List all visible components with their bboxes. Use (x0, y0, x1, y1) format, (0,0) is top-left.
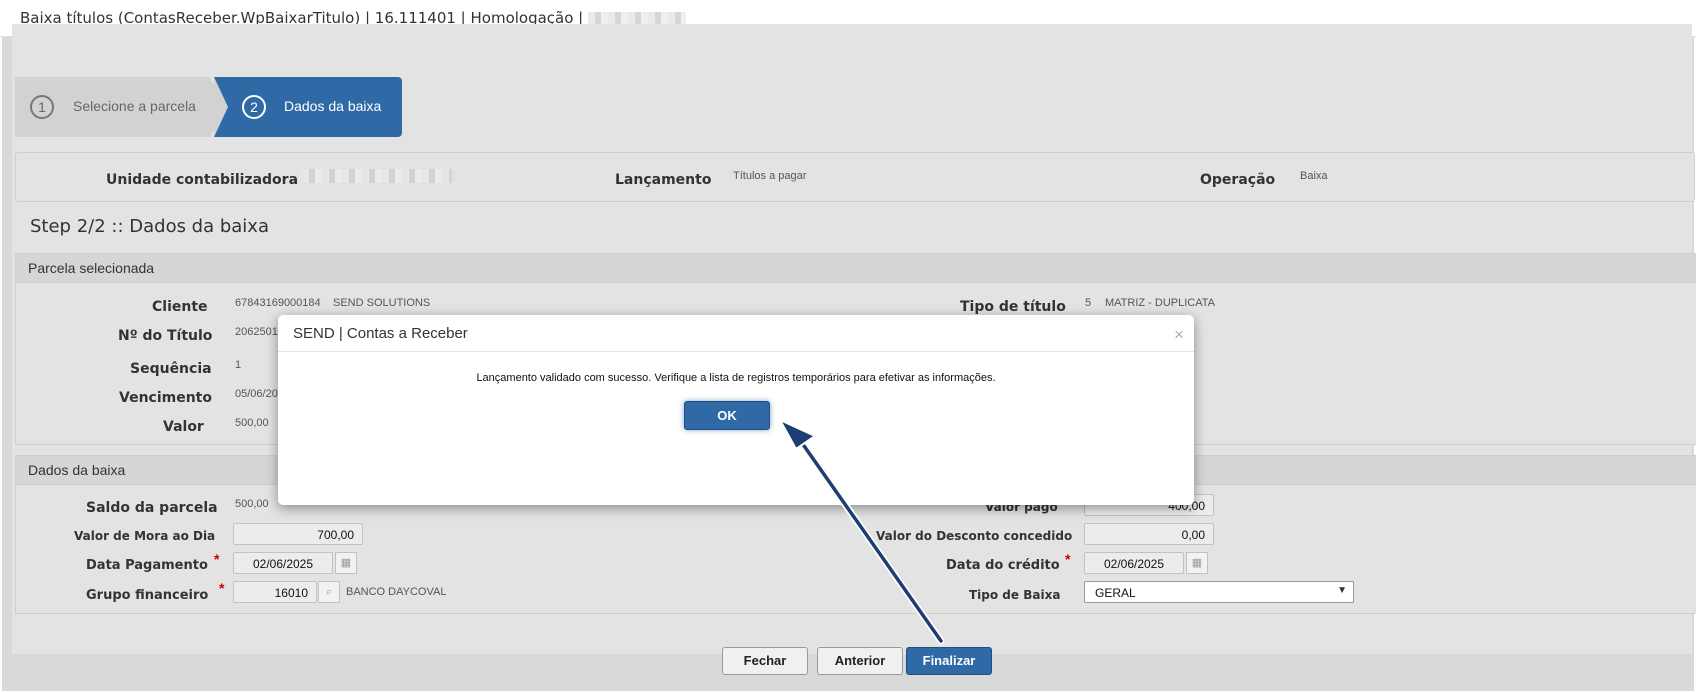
titulo-label: Nº do Título (118, 328, 213, 344)
cliente-name: SEND SOLUTIONS (333, 297, 431, 309)
unidade-label: Unidade contabilizadora (106, 172, 299, 188)
desconto-input[interactable]: 0,00 (1084, 523, 1214, 545)
required-marker: * (1065, 551, 1071, 567)
step-number-2: 2 (242, 95, 266, 119)
grupo-input[interactable]: 16010 (233, 581, 317, 603)
finalizar-button[interactable]: Finalizar (906, 647, 992, 675)
cliente-label: Cliente (152, 299, 208, 315)
calendar-icon[interactable]: ▦ (335, 552, 357, 574)
ok-button[interactable]: OK (684, 401, 770, 430)
tipo-baixa-value: GERAL (1095, 586, 1136, 600)
operacao-label: Operação (1200, 172, 1276, 188)
vencimento-value: 05/06/202 (235, 388, 284, 400)
fechar-button[interactable]: Fechar (722, 647, 808, 675)
section-baixa-header: Dados da baixa (28, 462, 126, 478)
desconto-label: Valor do Desconto concedido (876, 529, 1073, 543)
titulo-value: 2062501 (235, 326, 278, 338)
required-marker: * (219, 580, 225, 596)
calendar-icon[interactable]: ▦ (1186, 552, 1208, 574)
data-pagamento-input[interactable]: 02/06/2025 (233, 552, 333, 574)
required-marker: * (214, 551, 220, 567)
saldo-label: Saldo da parcela (86, 500, 218, 516)
search-icon[interactable]: ⌕ (318, 581, 340, 603)
section-parcela-header: Parcela selecionada (28, 260, 155, 276)
valor-label: Valor (163, 419, 204, 435)
data-credito-input[interactable]: 02/06/2025 (1084, 552, 1184, 574)
sequencia-label: Sequência (130, 361, 212, 377)
valor-value: 500,00 (235, 417, 269, 429)
data-credito-label: Data do crédito (946, 558, 1060, 573)
wizard-step-1[interactable]: 1 Selecione a parcela (15, 77, 224, 137)
lancamento-label: Lançamento (615, 172, 712, 188)
grupo-name: BANCO DAYCOVAL (346, 586, 447, 598)
grupo-label: Grupo financeiro (86, 588, 209, 603)
anterior-button[interactable]: Anterior (817, 647, 903, 675)
tipo-baixa-label: Tipo de Baixa (969, 588, 1061, 602)
modal-header: SEND | Contas a Receber × (278, 315, 1194, 352)
operacao-value: Baixa (1300, 170, 1328, 182)
vencimento-label: Vencimento (119, 390, 212, 406)
modal-title: SEND | Contas a Receber (293, 325, 468, 342)
mora-label: Valor de Mora ao Dia (74, 529, 216, 543)
alert-modal: SEND | Contas a Receber × Lançamento val… (278, 315, 1194, 505)
sequencia-value: 1 (235, 359, 242, 371)
tipo-titulo-code: 5 (1085, 297, 1092, 309)
step-label-1: Selecione a parcela (73, 98, 196, 114)
unidade-value-redacted (302, 169, 452, 183)
wizard-step-2[interactable]: 2 Dados da baixa (214, 77, 402, 137)
tipo-baixa-select[interactable]: GERAL ▼ (1084, 581, 1354, 603)
step-label-2: Dados da baixa (284, 98, 382, 114)
step-number-1: 1 (30, 95, 54, 119)
cliente-code: 67843169000184 (235, 297, 321, 309)
lancamento-value: Títulos a pagar (733, 170, 807, 182)
modal-message: Lançamento validado com sucesso. Verifiq… (476, 372, 996, 384)
saldo-value: 500,00 (235, 498, 269, 510)
close-icon[interactable]: × (1174, 325, 1184, 345)
tipo-titulo-label: Tipo de título (960, 299, 1066, 315)
data-pagamento-label: Data Pagamento (86, 558, 208, 573)
tipo-titulo-name: MATRIZ - DUPLICATA (1105, 297, 1215, 309)
step-title: Step 2/2 :: Dados da baixa (30, 216, 269, 237)
mora-input[interactable]: 700,00 (233, 523, 363, 545)
chevron-down-icon: ▼ (1337, 585, 1347, 596)
